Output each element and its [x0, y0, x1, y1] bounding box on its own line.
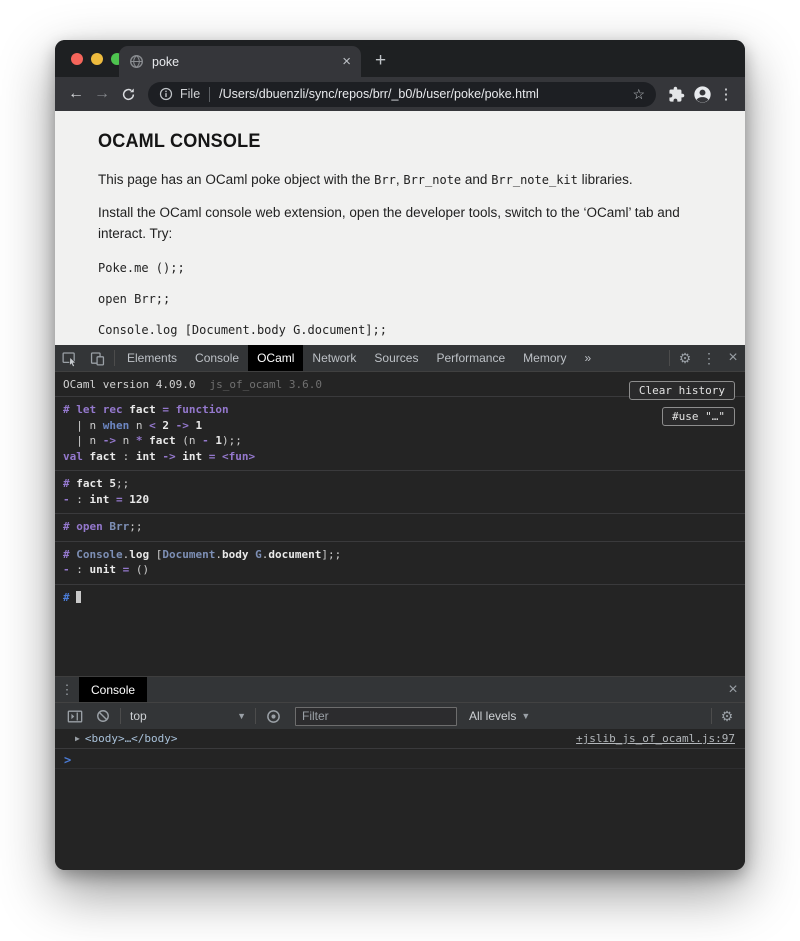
repl-line: val fact : int -> int = <fun> [63, 449, 737, 465]
logged-element[interactable]: <body>…</body> [85, 732, 178, 745]
jsoo-version: js_of_ocaml 3.6.0 [209, 378, 322, 391]
drawer-close-icon[interactable]: × [721, 681, 745, 699]
chevron-down-icon: ▼ [521, 711, 530, 721]
devtools-controls: ⚙ ⋮ × [666, 349, 745, 367]
devtools-tab-ocaml[interactable]: OCaml [248, 345, 303, 371]
browser-window: poke × + ← → File /Users/dbuenzli/sync/r… [55, 40, 745, 870]
profile-avatar-icon[interactable] [689, 85, 715, 104]
drawer-toolbar: top▼ All levels▼ ⚙ [55, 702, 745, 729]
ocaml-version: OCaml version 4.09.0 [63, 378, 195, 391]
inspect-element-icon[interactable] [55, 350, 83, 367]
console-prompt-chevron: > [64, 753, 71, 767]
device-toolbar-icon[interactable] [83, 350, 111, 367]
ocaml-repl[interactable]: # let rec fact = function | n when n < 2… [55, 397, 745, 611]
repl-block: # [55, 585, 745, 612]
console-sidebar-toggle-icon[interactable] [61, 709, 89, 724]
expand-triangle-icon[interactable]: ▶ [75, 734, 80, 743]
devtools-tab-network[interactable]: Network [303, 345, 365, 371]
filter-input[interactable] [295, 707, 457, 726]
devtools-tab-elements[interactable]: Elements [118, 345, 186, 371]
browser-tab[interactable]: poke × [119, 46, 361, 77]
repl-block: # fact 5;;- : int = 120 [55, 471, 745, 514]
repl-line: # fact 5;; [63, 476, 737, 492]
clear-console-ban-icon[interactable] [89, 709, 117, 723]
chevron-down-icon: ▼ [237, 711, 246, 721]
info-icon[interactable] [159, 87, 173, 101]
source-link[interactable]: +jslib_js_of_ocaml.js:97 [576, 732, 735, 745]
page-content: OCAML CONSOLE This page has an OCaml pok… [55, 111, 745, 345]
divider [669, 350, 670, 366]
url-scheme-label: File [180, 87, 200, 101]
clear-history-button[interactable]: Clear history [629, 381, 735, 400]
tab-strip: poke × + [55, 40, 745, 77]
repl-line: # Console.log [Document.body G.document]… [63, 547, 737, 563]
context-selector[interactable]: top▼ [124, 709, 252, 723]
devtools-tab-more[interactable]: » [576, 345, 601, 371]
repl-line: - : int = 120 [63, 492, 737, 508]
devtools-tab-memory[interactable]: Memory [514, 345, 575, 371]
code-ref: Brr_note_kit [491, 173, 578, 187]
minimize-window-button[interactable] [91, 53, 103, 65]
use-file-button[interactable]: #use "…" [662, 407, 735, 426]
divider [255, 708, 256, 724]
divider [711, 708, 712, 724]
repl-block: # Console.log [Document.body G.document]… [55, 542, 745, 585]
page-title: OCAML CONSOLE [98, 131, 672, 153]
tab-title: poke [152, 55, 342, 69]
code-ref: Brr [374, 173, 396, 187]
devtools-settings-gear-icon[interactable]: ⚙ [673, 350, 697, 367]
log-levels-dropdown[interactable]: All levels▼ [465, 709, 534, 723]
address-toolbar: ← → File /Users/dbuenzli/sync/repos/brr/… [55, 77, 745, 111]
console-prompt-row[interactable]: > [55, 749, 745, 769]
ocaml-panel: OCaml version 4.09.0 js_of_ocaml 3.6.0 Cl… [55, 372, 745, 676]
bookmark-star-icon[interactable]: ☆ [632, 86, 645, 103]
code-snippet: Poke.me ();; [98, 261, 702, 275]
ocaml-panel-buttons: Clear history #use "…" [629, 381, 735, 426]
forward-icon[interactable]: → [89, 85, 115, 103]
divider [120, 708, 121, 724]
instructions-paragraph: Install the OCaml console web extension,… [98, 202, 702, 244]
code-snippet: open Brr;; [98, 292, 702, 306]
intro-paragraph: This page has an OCaml poke object with … [98, 169, 702, 191]
repl-line: - : unit = () [63, 562, 737, 578]
devtools-menu-icon[interactable]: ⋮ [697, 350, 721, 367]
divider [114, 350, 115, 366]
extensions-puzzle-icon[interactable] [663, 86, 689, 103]
console-settings-gear-icon[interactable]: ⚙ [715, 708, 739, 725]
devtools-tabbar: ElementsConsoleOCamlNetworkSourcesPerfor… [55, 345, 745, 372]
code-snippet: Console.log [Document.body G.document];; [98, 323, 702, 337]
drawer-tab-console[interactable]: Console [79, 677, 147, 702]
repl-line: # open Brr;; [63, 519, 737, 535]
close-window-button[interactable] [71, 53, 83, 65]
omnibox-divider [209, 87, 210, 102]
tab-close-icon[interactable]: × [342, 54, 351, 69]
console-log-row[interactable]: ▶ <body>…</body> +jslib_js_of_ocaml.js:9… [55, 729, 745, 749]
traffic-lights [71, 53, 123, 65]
devtools-tab-sources[interactable]: Sources [365, 345, 427, 371]
back-icon[interactable]: ← [63, 85, 89, 103]
text-cursor [76, 591, 81, 603]
new-tab-button[interactable]: + [375, 50, 386, 72]
console-messages: ▶ <body>…</body> +jslib_js_of_ocaml.js:9… [55, 729, 745, 870]
live-expression-eye-icon[interactable] [259, 709, 287, 724]
drawer-menu-icon[interactable]: ⋮ [55, 682, 79, 698]
drawer-tabbar: ⋮ Console × [55, 676, 745, 702]
repl-block: # open Brr;; [55, 514, 745, 542]
devtools-close-icon[interactable]: × [721, 349, 745, 367]
globe-favicon-icon [129, 54, 144, 69]
omnibox[interactable]: File /Users/dbuenzli/sync/repos/brr/_b0/… [148, 82, 656, 107]
devtools-tab-console[interactable]: Console [186, 345, 248, 371]
url-text[interactable]: /Users/dbuenzli/sync/repos/brr/_b0/b/use… [219, 87, 626, 101]
browser-menu-icon[interactable]: ⋮ [715, 85, 737, 103]
devtools-tab-list: ElementsConsoleOCamlNetworkSourcesPerfor… [118, 345, 600, 371]
repl-line: # [63, 590, 737, 606]
repl-line: | n -> n * fact (n - 1);; [63, 433, 737, 449]
code-ref: Brr_note [403, 173, 461, 187]
devtools-tab-performance[interactable]: Performance [427, 345, 514, 371]
reload-icon[interactable] [115, 87, 141, 102]
